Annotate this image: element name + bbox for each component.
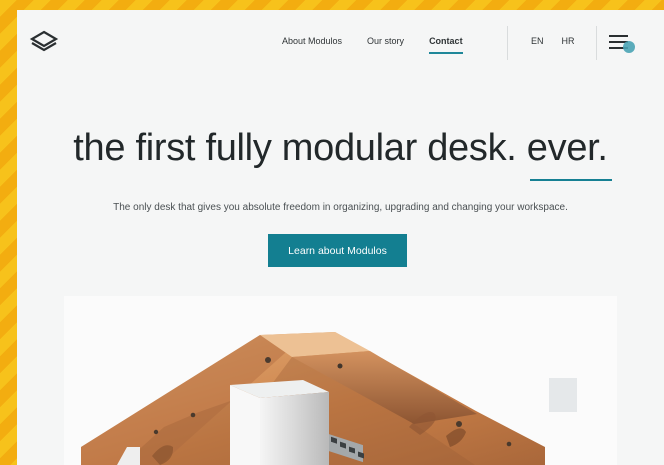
modular-desk-photo xyxy=(64,296,617,465)
title-underline xyxy=(530,179,612,181)
hamburger-menu-icon[interactable] xyxy=(609,31,635,55)
nav-link-contact[interactable]: Contact xyxy=(429,36,463,54)
nav-divider xyxy=(596,26,597,60)
nav-link-about-modulos[interactable]: About Modulos xyxy=(282,36,342,46)
nav-links: About Modulos Our story Contact xyxy=(282,36,463,54)
language-hr[interactable]: HR xyxy=(562,36,575,46)
language-switcher: EN HR xyxy=(531,36,575,46)
website-page: About Modulos Our story Contact EN HR th… xyxy=(17,10,664,465)
nav-link-our-story[interactable]: Our story xyxy=(367,36,404,46)
language-en[interactable]: EN xyxy=(531,36,544,46)
nav-divider xyxy=(507,26,508,60)
cursor-dot-icon xyxy=(623,41,635,53)
top-navigation: About Modulos Our story Contact EN HR xyxy=(17,10,664,74)
learn-about-modulos-button[interactable]: Learn about Modulos xyxy=(268,234,407,267)
hero-subtitle: The only desk that gives you absolute fr… xyxy=(113,202,568,213)
modulos-logo-icon[interactable] xyxy=(29,27,59,57)
hero-title: the first fully modular desk. ever. xyxy=(73,127,608,169)
